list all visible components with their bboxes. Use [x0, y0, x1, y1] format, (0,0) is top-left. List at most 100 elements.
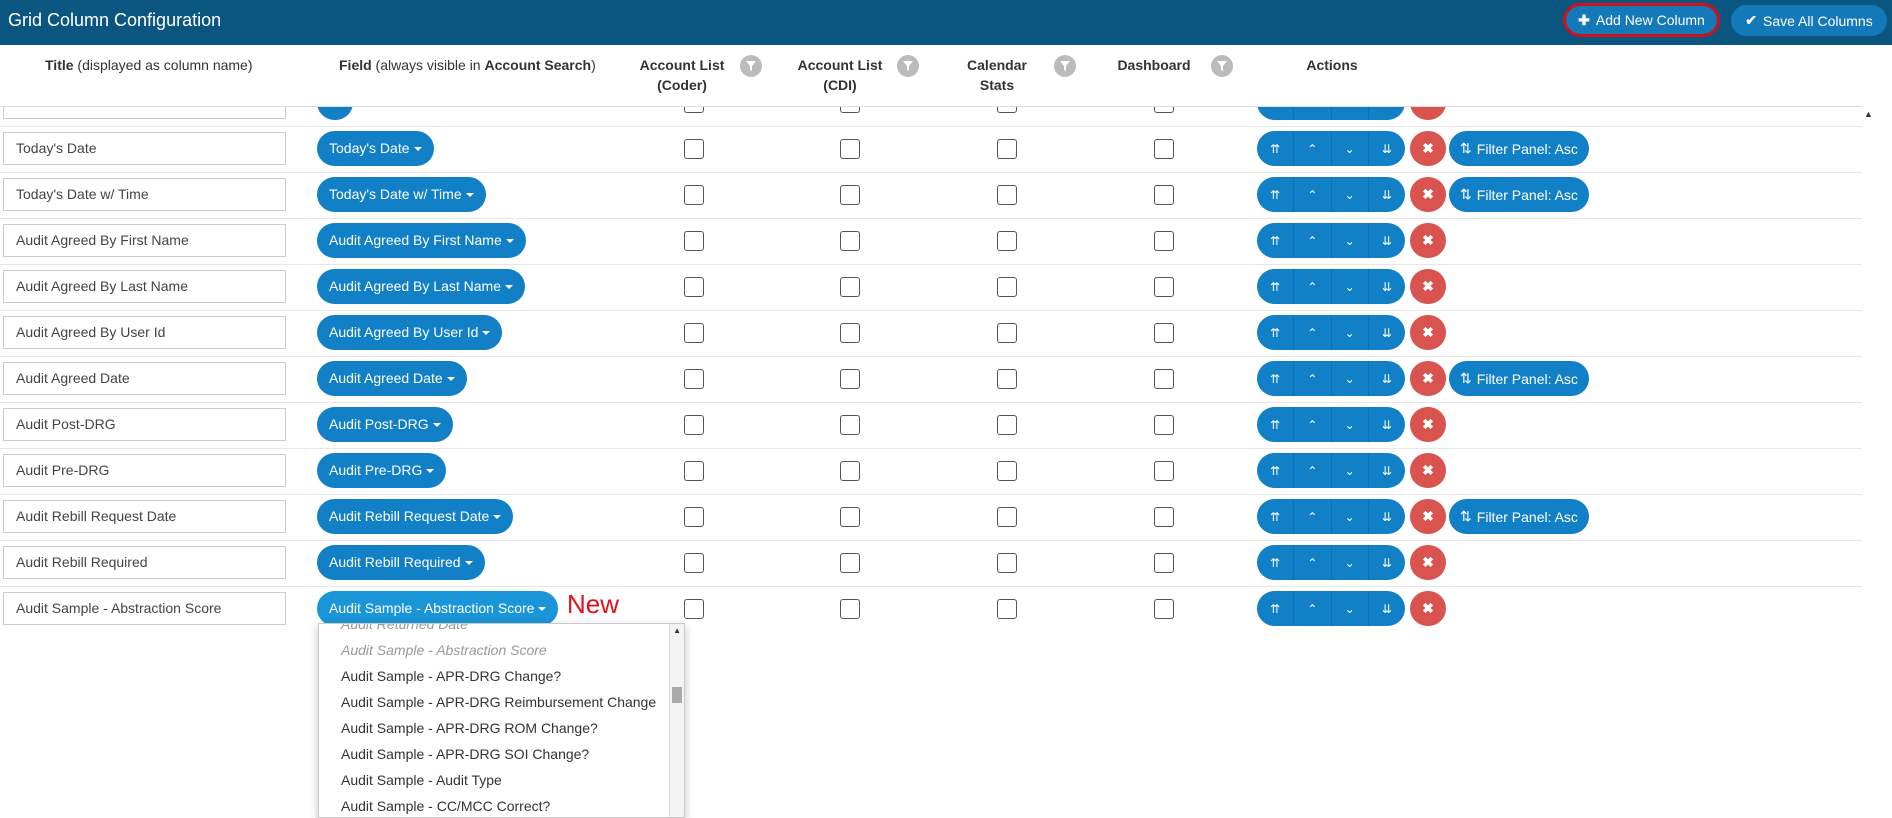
- checkbox-dashboard[interactable]: [1154, 107, 1174, 113]
- checkbox-dashboard[interactable]: [1154, 507, 1174, 527]
- filter-icon-dashboard[interactable]: [1211, 55, 1233, 77]
- title-input[interactable]: Audit Agreed By First Name: [3, 224, 286, 257]
- move-up-icon[interactable]: ⌃: [1294, 177, 1332, 212]
- move-up-icon[interactable]: ⌃: [1294, 545, 1332, 580]
- checkbox-account-list-coder[interactable]: [684, 107, 704, 113]
- move-bottom-icon[interactable]: ⇊: [1369, 407, 1405, 442]
- move-up-icon[interactable]: ⌃: [1294, 107, 1332, 120]
- checkbox-account-list-coder[interactable]: [684, 415, 704, 435]
- checkbox-dashboard[interactable]: [1154, 415, 1174, 435]
- move-top-icon[interactable]: ⇈: [1257, 315, 1295, 350]
- filter-panel-sort-button[interactable]: ⇅ Filter Panel: Asc: [1449, 131, 1589, 166]
- checkbox-calendar-stats[interactable]: [997, 231, 1017, 251]
- move-up-icon[interactable]: ⌃: [1294, 361, 1332, 396]
- checkbox-account-list-coder[interactable]: [684, 139, 704, 159]
- title-input[interactable]: Audit Agreed Date: [3, 362, 286, 395]
- move-top-icon[interactable]: ⇈: [1257, 545, 1295, 580]
- delete-column-button[interactable]: ✖: [1410, 269, 1446, 304]
- checkbox-dashboard[interactable]: [1154, 277, 1174, 297]
- field-select-button[interactable]: Audit Sample - Abstraction Score: [317, 591, 559, 626]
- move-down-icon[interactable]: ⌄: [1332, 407, 1369, 442]
- checkbox-account-list-cdi[interactable]: [840, 323, 860, 343]
- delete-column-button[interactable]: ✖: [1410, 177, 1446, 212]
- checkbox-account-list-coder[interactable]: [684, 507, 704, 527]
- dropdown-scroll-thumb[interactable]: [672, 687, 682, 703]
- checkbox-dashboard[interactable]: [1154, 461, 1174, 481]
- checkbox-account-list-cdi[interactable]: [840, 415, 860, 435]
- field-dropdown-menu[interactable]: ▲ Audit Returned Date Audit Sample - Abst…: [318, 623, 685, 818]
- move-bottom-icon[interactable]: ⇊: [1369, 177, 1405, 212]
- field-select-button[interactable]: Today's Date: [317, 131, 434, 166]
- checkbox-account-list-cdi[interactable]: [840, 461, 860, 481]
- field-select-button[interactable]: Audit Rebill Request Date: [317, 499, 514, 534]
- checkbox-dashboard[interactable]: [1154, 231, 1174, 251]
- checkbox-calendar-stats[interactable]: [997, 599, 1017, 619]
- checkbox-account-list-cdi[interactable]: [840, 507, 860, 527]
- filter-panel-sort-button[interactable]: ⇅ Filter Panel: Asc: [1449, 361, 1589, 396]
- delete-column-button[interactable]: ✖: [1410, 453, 1446, 488]
- checkbox-account-list-cdi[interactable]: [840, 185, 860, 205]
- move-down-icon[interactable]: ⌄: [1332, 499, 1369, 534]
- title-input[interactable]: Audit Agreed By User Id: [3, 316, 286, 349]
- move-bottom-icon[interactable]: ⇊: [1369, 453, 1405, 488]
- title-input[interactable]: Audit Sample - Abstraction Score: [3, 592, 286, 625]
- checkbox-calendar-stats[interactable]: [997, 461, 1017, 481]
- checkbox-calendar-stats[interactable]: [997, 323, 1017, 343]
- move-bottom-icon[interactable]: ⇊: [1369, 499, 1405, 534]
- delete-column-button[interactable]: ✖: [1410, 361, 1446, 396]
- move-top-icon[interactable]: ⇈: [1257, 591, 1295, 626]
- title-input[interactable]: Today's Date: [3, 132, 286, 165]
- move-up-icon[interactable]: ⌃: [1294, 407, 1332, 442]
- dropdown-scrollbar[interactable]: ▲: [669, 624, 684, 817]
- filter-icon-cdi[interactable]: [897, 55, 919, 77]
- move-down-icon[interactable]: ⌄: [1332, 269, 1369, 304]
- move-top-icon[interactable]: ⇈: [1257, 223, 1295, 258]
- title-input[interactable]: Audit Agreed By Last Name: [3, 270, 286, 303]
- checkbox-calendar-stats[interactable]: [997, 139, 1017, 159]
- move-top-icon[interactable]: ⇈: [1257, 453, 1295, 488]
- checkbox-calendar-stats[interactable]: [997, 107, 1017, 113]
- move-top-icon[interactable]: ⇈: [1257, 269, 1295, 304]
- checkbox-calendar-stats[interactable]: [997, 507, 1017, 527]
- move-up-icon[interactable]: ⌃: [1294, 453, 1332, 488]
- delete-column-button[interactable]: ✖: [1410, 223, 1446, 258]
- filter-panel-sort-button[interactable]: ⇅ Filter Panel: Asc: [1449, 177, 1589, 212]
- delete-column-button[interactable]: ✖: [1410, 107, 1446, 120]
- move-down-icon[interactable]: ⌄: [1332, 315, 1369, 350]
- checkbox-account-list-coder[interactable]: [684, 231, 704, 251]
- checkbox-account-list-cdi[interactable]: [840, 231, 860, 251]
- checkbox-calendar-stats[interactable]: [997, 277, 1017, 297]
- checkbox-account-list-coder[interactable]: [684, 461, 704, 481]
- move-down-icon[interactable]: ⌄: [1332, 223, 1369, 258]
- checkbox-dashboard[interactable]: [1154, 553, 1174, 573]
- field-select-button[interactable]: Audit Agreed By User Id: [317, 315, 503, 350]
- title-input[interactable]: Today's Date w/ Time: [3, 178, 286, 211]
- checkbox-account-list-coder[interactable]: [684, 599, 704, 619]
- dropdown-option[interactable]: Audit Sample - APR-DRG SOI Change?: [341, 746, 589, 762]
- checkbox-dashboard[interactable]: [1154, 599, 1174, 619]
- move-top-icon[interactable]: ⇈: [1257, 107, 1295, 120]
- delete-column-button[interactable]: ✖: [1410, 499, 1446, 534]
- dropdown-option[interactable]: Audit Sample - Audit Type: [341, 772, 502, 788]
- delete-column-button[interactable]: ✖: [1410, 407, 1446, 442]
- move-down-icon[interactable]: ⌄: [1332, 591, 1369, 626]
- field-select-button[interactable]: [317, 107, 353, 120]
- move-bottom-icon[interactable]: ⇊: [1369, 223, 1405, 258]
- move-bottom-icon[interactable]: ⇊: [1369, 361, 1405, 396]
- move-down-icon[interactable]: ⌄: [1332, 177, 1369, 212]
- checkbox-calendar-stats[interactable]: [997, 415, 1017, 435]
- move-up-icon[interactable]: ⌃: [1294, 315, 1332, 350]
- field-select-button[interactable]: Audit Pre-DRG: [317, 453, 447, 488]
- move-down-icon[interactable]: ⌄: [1332, 545, 1369, 580]
- move-down-icon[interactable]: ⌄: [1332, 453, 1369, 488]
- checkbox-account-list-coder[interactable]: [684, 277, 704, 297]
- save-all-columns-button[interactable]: ✔ Save All Columns: [1731, 5, 1887, 36]
- move-bottom-icon[interactable]: ⇊: [1369, 591, 1405, 626]
- move-up-icon[interactable]: ⌃: [1294, 131, 1332, 166]
- title-input[interactable]: Audit Post-DRG: [3, 408, 286, 441]
- checkbox-account-list-coder[interactable]: [684, 369, 704, 389]
- checkbox-account-list-cdi[interactable]: [840, 599, 860, 619]
- title-input[interactable]: Audit Pre-DRG: [3, 454, 286, 487]
- move-up-icon[interactable]: ⌃: [1294, 269, 1332, 304]
- move-down-icon[interactable]: ⌄: [1332, 131, 1369, 166]
